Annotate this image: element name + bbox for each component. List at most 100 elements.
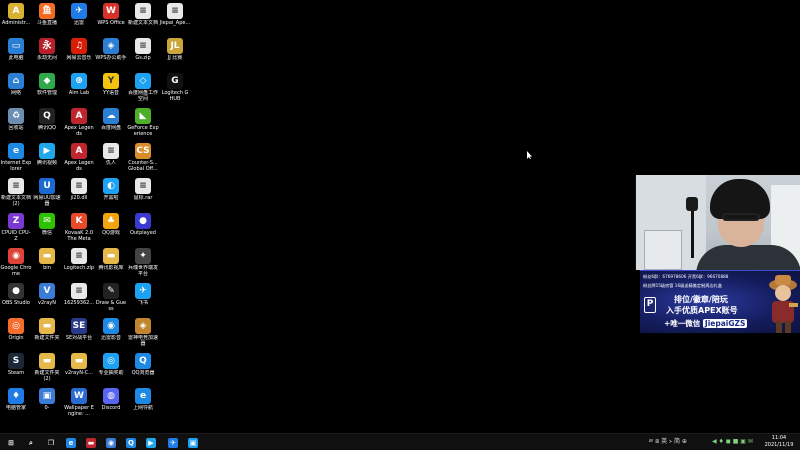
app-icon: SE xyxy=(71,318,87,334)
desktop-icon[interactable]: ≡ Logitech.zip xyxy=(63,245,95,279)
app-icon: ▬ xyxy=(103,248,119,264)
desktop-icon[interactable]: Z CPUID CPU-Z xyxy=(0,210,32,244)
desktop-icon[interactable]: ▬ 新建文件夹 (2) xyxy=(31,350,63,384)
desktop-icon[interactable]: ✈ 迅雷 xyxy=(63,0,95,34)
desktop-icon-label: Gs.zip xyxy=(135,55,151,61)
app-icon: ▬ xyxy=(39,318,55,334)
desktop-icon[interactable]: SE SE对战平台 xyxy=(63,315,95,349)
desktop-icon[interactable]: ◎ 专业抽奖助 xyxy=(95,350,127,384)
desktop-icon[interactable]: ▭ 此电脑 xyxy=(0,35,32,69)
desktop-icon[interactable]: ≡ 鼠标.rar xyxy=(127,175,159,209)
desktop-icon[interactable]: Y YY语音 xyxy=(95,70,127,104)
desktop-icon[interactable]: ≡ Jiepai_Ape... xyxy=(159,0,191,34)
desktop-icon[interactable]: ◇ 百度网盘工作空间 xyxy=(127,70,159,104)
promo-banner: 粉丝6群：676978606 开黑6群：96670888 粉丝牌15级房管 16… xyxy=(640,270,800,333)
desktop-icon[interactable]: ◍ Discord xyxy=(95,385,127,419)
desktop-icon[interactable]: ♣ QQ游戏 xyxy=(95,210,127,244)
desktop-icon[interactable]: ● Outplayed xyxy=(127,210,159,244)
desktop-icon[interactable]: e 上网导航 xyxy=(127,385,159,419)
desktop-icon[interactable]: ⌂ 网络 xyxy=(0,70,32,104)
desktop-icon[interactable]: ✈ 飞书 xyxy=(127,280,159,314)
desktop-icon[interactable]: ♻ 回收站 xyxy=(0,105,32,139)
app-icon: ◎ xyxy=(103,353,119,369)
desktop-icon[interactable]: ♫ 网易云音乐 xyxy=(63,35,95,69)
desktop-icon[interactable]: ● OBS Studio xyxy=(0,280,32,314)
desktop-icon[interactable]: ≡ 16259362... xyxy=(63,280,95,314)
promo-wechat-line: +唯一微信 JiepaiGZS xyxy=(664,318,748,329)
desktop-icon[interactable]: ◎ Origin xyxy=(0,315,32,349)
desktop-icon[interactable]: U 网易UU加速器 xyxy=(31,175,63,209)
desktop-icon-label: 专业抽奖助 xyxy=(98,370,124,376)
desktop-icon[interactable]: JL JJ 比赛 xyxy=(159,35,191,69)
desktop-icon[interactable]: S Steam xyxy=(0,350,32,384)
desktop-icon[interactable]: A Apex Legends xyxy=(63,140,95,174)
desktop-icon[interactable]: ◣ GeForce Experience xyxy=(127,105,159,139)
desktop-icon[interactable]: A Administr... xyxy=(0,0,32,34)
desktop-icon[interactable]: ◐ 开黑啦 xyxy=(95,175,127,209)
search-button[interactable]: ⌕ xyxy=(24,436,38,449)
desktop-icon[interactable]: ≡ Gs.zip xyxy=(127,35,159,69)
desktop-icon[interactable]: W Wallpaper Engine: ... xyxy=(63,385,95,419)
desktop-icon[interactable]: ✉ 微信 xyxy=(31,210,63,244)
desktop-icon[interactable]: G Logitech G HUB xyxy=(159,70,191,104)
webcam-person-glasses xyxy=(722,213,760,221)
desktop-icon[interactable]: ☁ 百度网盘 xyxy=(95,105,127,139)
desktop-icon-label: 新建文件夹 xyxy=(34,335,60,341)
desktop-icon[interactable]: 鱼斗鱼直播 xyxy=(31,0,63,34)
desktop-icon[interactable]: ✦ 兵魂世界端发平台 xyxy=(127,245,159,279)
desktop-icon[interactable]: ◆ 软件管理 xyxy=(31,70,63,104)
taskbar-xunlei[interactable]: ✈ xyxy=(166,436,180,449)
taskbar-app-active[interactable]: ▣ xyxy=(186,436,200,450)
desktop-icon[interactable]: ▬ bin xyxy=(31,245,63,279)
taskbar-clock[interactable]: 11:04 2021/11/19 xyxy=(760,435,798,449)
desktop-icon[interactable]: 永永劫无间 xyxy=(31,35,63,69)
desktop-icon[interactable]: Vv2rayN xyxy=(31,280,63,314)
desktop-icon[interactable]: K KovaaK 2.0 The Meta xyxy=(63,210,95,244)
app-icon: ≡ xyxy=(135,3,151,19)
desktop-icon-label: 雷神电竞加速器 xyxy=(127,335,158,347)
start-button[interactable]: ⊞ xyxy=(4,436,18,449)
taskbar-tencent-video[interactable]: ▶ xyxy=(144,436,158,449)
desktop-icon[interactable]: Q QQ浏览器 xyxy=(127,350,159,384)
app-icon: ● xyxy=(8,283,24,299)
desktop-icon[interactable]: ◉ 迅雷影音 xyxy=(95,315,127,349)
taskbar-ie[interactable]: e xyxy=(64,436,78,449)
desktop-icon[interactable]: ◈ WPS办公助手 xyxy=(95,35,127,69)
desktop-icon[interactable]: ▶ 腾讯视频 xyxy=(31,140,63,174)
app-icon: ♻ xyxy=(8,108,24,124)
clock-date: 2021/11/19 xyxy=(764,442,794,448)
desktop-icon-label: 鼠标.rar xyxy=(133,195,153,201)
desktop-icon[interactable]: ≡ 仇人 xyxy=(95,140,127,174)
app-icon: ◣ xyxy=(135,108,151,124)
desktop-icon[interactable]: ▬ v2rayN-C... xyxy=(63,350,95,384)
desktop-icon[interactable]: ⊕ Aim Lab xyxy=(63,70,95,104)
tray-status-icons[interactable]: ◀ ♦ ◼ ■ ▣ ✉ xyxy=(712,437,753,447)
desktop-icon-label: Aim Lab xyxy=(68,90,90,96)
desktop-icon[interactable]: ✎ Draw & Guess xyxy=(95,280,127,314)
taskbar-qq-browser[interactable]: Q xyxy=(124,436,138,449)
desktop-icon[interactable]: ≡ 新建文本文档 xyxy=(127,0,159,34)
desktop[interactable]: A Administr... ▭ 此电脑 ⌂ 网络 ♻ 回收站 e Internet Explor… xyxy=(0,0,800,433)
desktop-icon[interactable]: ▬ 新建文件夹 xyxy=(31,315,63,349)
desktop-icon[interactable]: W WPS Office xyxy=(95,0,127,34)
app-icon: ◍ xyxy=(103,388,119,404)
app-icon: ◆ xyxy=(39,73,55,89)
desktop-icon[interactable]: A Apex Legends xyxy=(63,105,95,139)
app-icon: JL xyxy=(167,38,183,54)
taskbar-app-round[interactable]: ◉ xyxy=(104,436,118,449)
webcam-door xyxy=(644,230,682,270)
desktop-icon[interactable]: ◈ 雷神电竞加速器 xyxy=(127,315,159,349)
desktop-icon[interactable]: CS Counter-S... Global Off... xyxy=(127,140,159,174)
desktop-icon[interactable]: ≡ ji20.dll xyxy=(63,175,95,209)
desktop-icon[interactable]: ▬ 腾讯影视库 xyxy=(95,245,127,279)
desktop-icon[interactable]: e Internet Explorer xyxy=(0,140,32,174)
tray-ime-indicators[interactable]: ㄹ ⧈ 英 ᚛ 简 ⊕ xyxy=(648,437,687,447)
desktop-icon[interactable]: ♦ 电脑管家 xyxy=(0,385,32,419)
taskbar-app-red[interactable]: ▬ xyxy=(84,436,98,449)
desktop-icon[interactable]: Q 腾讯QQ xyxy=(31,105,63,139)
task-view-button[interactable]: ❐ xyxy=(44,436,58,449)
app-icon: ▬ xyxy=(71,353,87,369)
desktop-icon[interactable]: ▣ 0- xyxy=(31,385,63,419)
desktop-icon[interactable]: ◉ Google Chrome xyxy=(0,245,32,279)
desktop-icon[interactable]: ≡ 新建文本文档 (2) xyxy=(0,175,32,209)
